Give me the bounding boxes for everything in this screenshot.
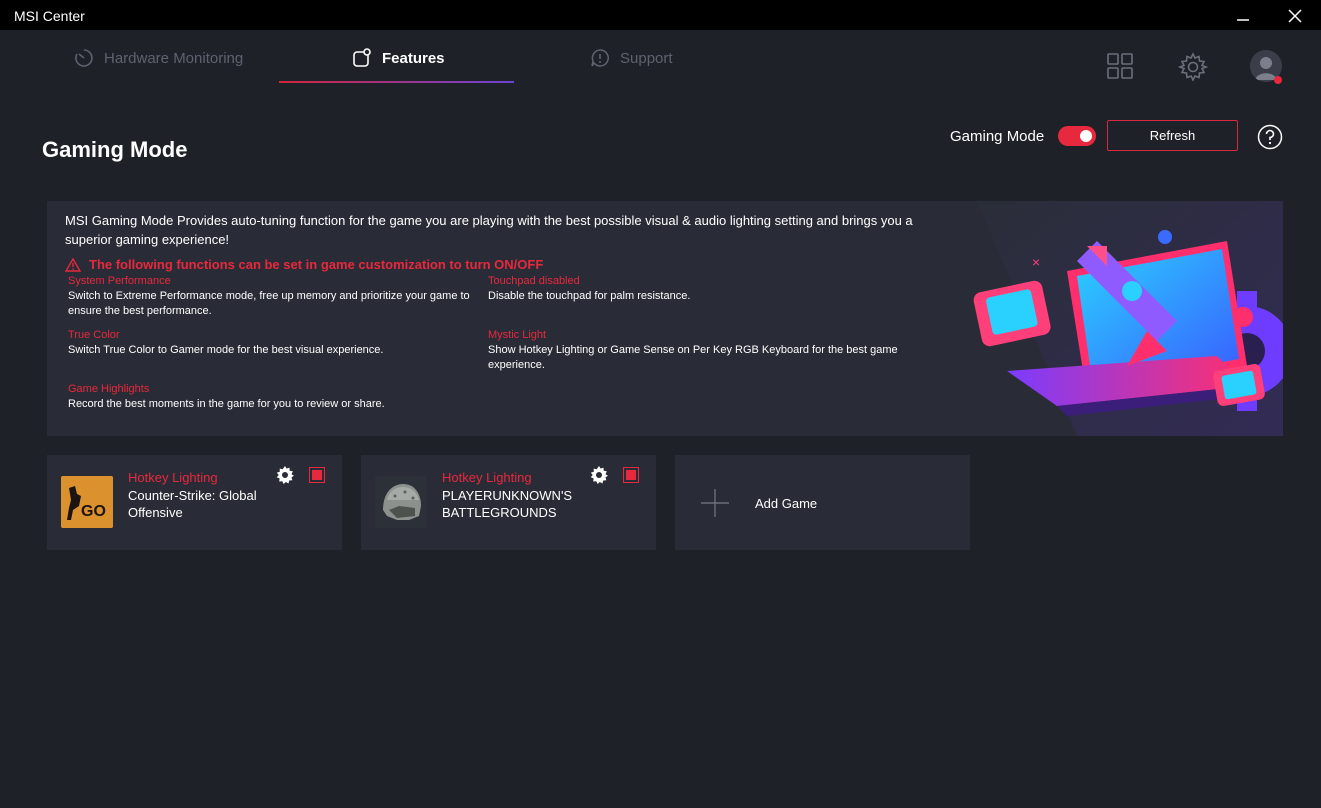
game-settings-button[interactable] <box>589 465 609 490</box>
notification-dot <box>1274 76 1282 84</box>
feature-title: Touchpad disabled <box>488 275 580 287</box>
add-game-label: Add Game <box>755 496 818 511</box>
minimize-button[interactable] <box>1225 4 1261 28</box>
app-title: MSI Center <box>14 8 85 24</box>
csgo-logo: GO <box>61 476 113 528</box>
game-stop-button[interactable] <box>309 467 325 483</box>
grid-icon <box>1107 53 1133 79</box>
csgo-icon: GO <box>61 476 113 528</box>
feature-true-color: True Color Switch True Color to Gamer mo… <box>68 328 488 358</box>
game-card[interactable]: Hotkey Lighting PLAYERUNKNOWN'S BATTLEGR… <box>361 455 656 550</box>
svg-text:×: × <box>1032 254 1040 270</box>
refresh-button[interactable]: Refresh <box>1107 120 1238 151</box>
tab-label: Features <box>382 49 445 67</box>
gaming-mode-info-panel: MSI Gaming Mode Provides auto-tuning fun… <box>47 201 1283 436</box>
gaming-mode-toggle[interactable] <box>1058 126 1096 146</box>
minimize-icon <box>1237 19 1249 21</box>
stop-icon <box>626 470 636 480</box>
apps-grid-button[interactable] <box>1106 52 1134 85</box>
gear-icon <box>1177 52 1209 82</box>
gear-icon <box>590 466 608 484</box>
feature-description: Show Hotkey Lighting or Game Sense on Pe… <box>488 344 898 371</box>
add-game-card[interactable]: Add Game <box>675 455 970 550</box>
tab-support[interactable]: Support <box>590 48 673 68</box>
feature-title: Game Highlights <box>68 383 150 395</box>
gaming-mode-description: MSI Gaming Mode Provides auto-tuning fun… <box>65 213 913 247</box>
feature-touchpad-disabled: Touchpad disabled Disable the touchpad f… <box>488 274 908 304</box>
warning-icon <box>65 257 81 272</box>
feature-system-performance: System Performance Switch to Extreme Per… <box>68 274 488 319</box>
tab-hardware-monitoring[interactable]: Hardware Monitoring <box>74 48 243 68</box>
feature-description: Disable the touchpad for palm resistance… <box>488 290 691 302</box>
settings-button[interactable] <box>1177 52 1209 87</box>
stop-icon <box>312 470 322 480</box>
main-nav: Hardware Monitoring Features Support <box>0 30 1321 90</box>
gaming-mode-toggle-label: Gaming Mode <box>950 128 1045 145</box>
support-icon <box>591 49 609 67</box>
feature-mystic-light: Mystic Light Show Hotkey Lighting or Gam… <box>488 328 908 373</box>
game-name: PLAYERUNKNOWN'S BATTLEGROUNDS <box>442 488 573 520</box>
question-icon <box>1257 124 1283 150</box>
page-title: Gaming Mode <box>42 137 188 162</box>
plus-icon <box>701 489 729 517</box>
tab-label: Hardware Monitoring <box>104 49 244 67</box>
active-tab-indicator <box>279 81 514 83</box>
tab-label: Support <box>620 49 673 67</box>
game-stop-button[interactable] <box>623 467 639 483</box>
gauge-icon <box>75 49 93 67</box>
tab-features[interactable]: Features <box>352 48 445 68</box>
game-tag: Hotkey Lighting <box>442 470 532 485</box>
help-button[interactable] <box>1257 124 1283 155</box>
feature-title: True Color <box>68 329 120 341</box>
feature-title: System Performance <box>68 275 171 287</box>
gear-icon <box>276 466 294 484</box>
customization-warning: The following functions can be set in ga… <box>65 257 543 272</box>
game-name: Counter-Strike: Global Offensive <box>128 488 257 520</box>
game-card[interactable]: GO Hotkey Lighting Counter-Strike: Globa… <box>47 455 342 550</box>
feature-title: Mystic Light <box>488 329 547 341</box>
toggle-knob <box>1080 130 1092 142</box>
warning-text: The following functions can be set in ga… <box>89 257 544 272</box>
close-icon <box>1288 9 1302 23</box>
close-button[interactable] <box>1277 4 1313 28</box>
pubg-helmet <box>375 476 427 528</box>
feature-description: Switch to Extreme Performance mode, free… <box>68 290 470 317</box>
feature-description: Switch True Color to Gamer mode for the … <box>68 344 384 356</box>
features-icon <box>353 48 371 67</box>
svg-text:GO: GO <box>81 503 106 520</box>
game-settings-button[interactable] <box>275 465 295 490</box>
title-bar: MSI Center <box>0 0 1321 30</box>
feature-game-highlights: Game Highlights Record the best moments … <box>68 382 488 412</box>
game-tag: Hotkey Lighting <box>128 470 218 485</box>
gaming-mode-illustration: × <box>973 201 1283 436</box>
pubg-helmet-icon <box>375 476 427 528</box>
feature-description: Record the best moments in the game for … <box>68 398 385 410</box>
